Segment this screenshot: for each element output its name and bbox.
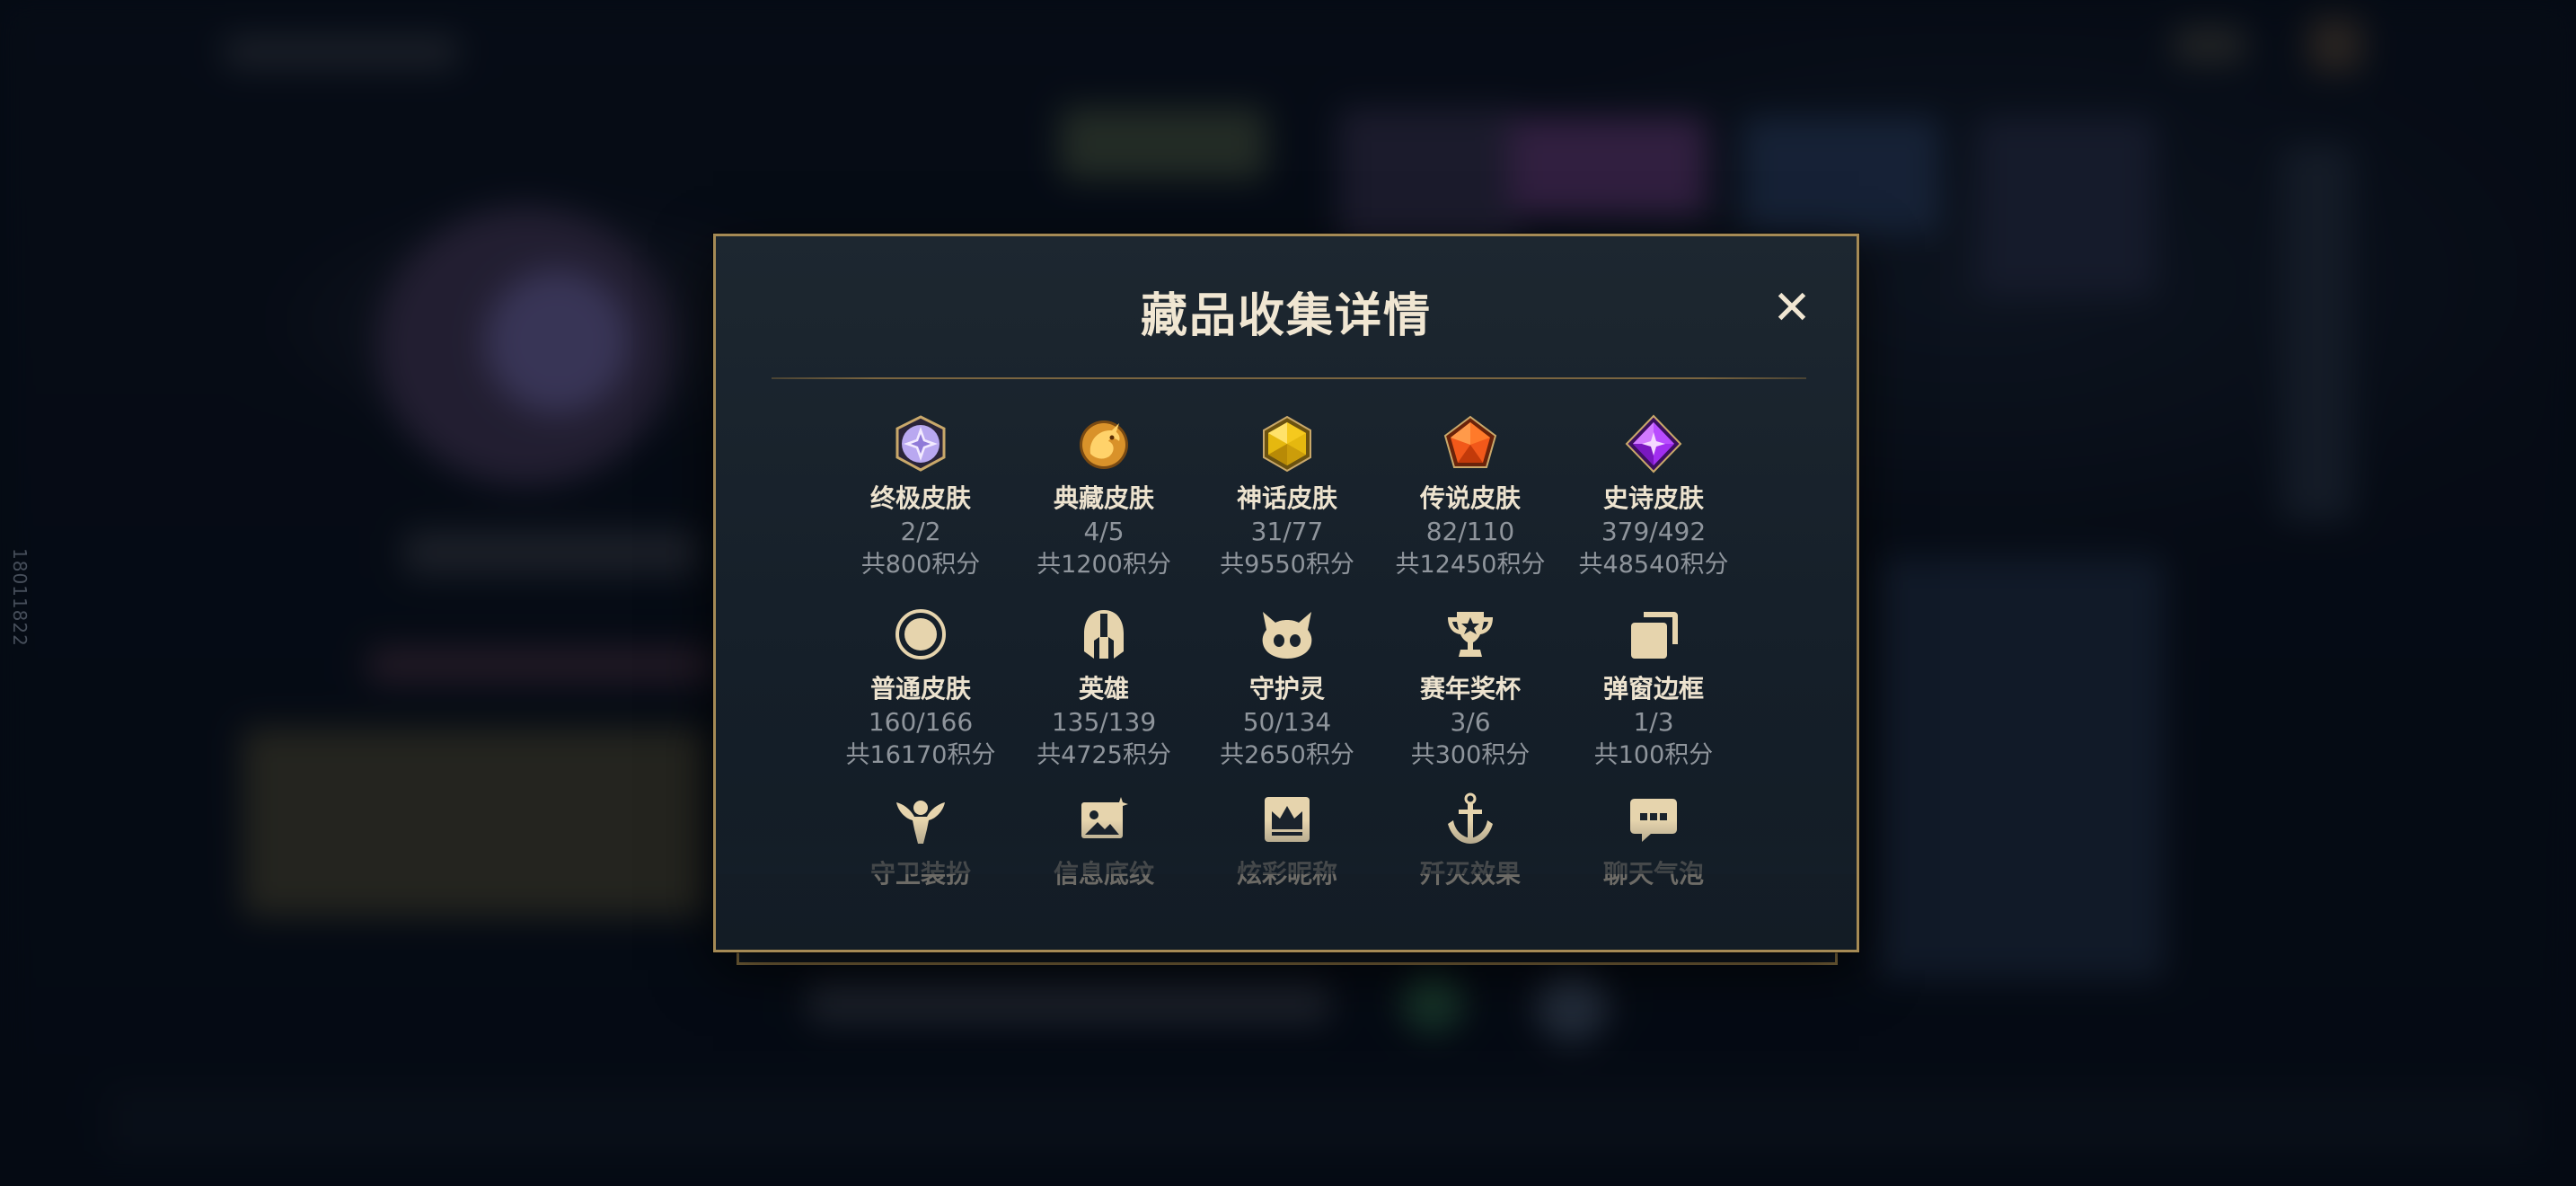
category-name: 守护灵 (1248, 674, 1325, 704)
category-prestige-skins[interactable]: 典藏皮肤 4/5 共1200积分 (1014, 414, 1194, 581)
category-popup-frames[interactable]: 弹窗边框 1/3 共100积分 (1564, 605, 1743, 772)
category-name: 终极皮肤 (869, 483, 971, 513)
category-epic-skins[interactable]: 史诗皮肤 379/492 共48540积分 (1564, 414, 1743, 581)
collection-details-modal: 藏品收集详情 ✕ 终极皮肤 2/2 共800积分 典藏皮肤 4/5 共1200积… (713, 234, 1859, 952)
trophy-icon (1448, 612, 1493, 657)
category-count: 3/6 (1450, 707, 1491, 737)
category-points: 共100积分 (1593, 741, 1714, 769)
category-ward-skins[interactable]: 守卫装扮 (831, 790, 1010, 890)
standard-skin-circle-icon (895, 609, 946, 659)
champion-helmet-icon (1084, 610, 1124, 659)
category-count: 1/3 (1633, 707, 1674, 737)
category-little-legends[interactable]: 守护灵 50/134 共2650积分 (1197, 605, 1377, 772)
category-info-banners[interactable]: 信息底纹 (1014, 790, 1194, 890)
frame-cards-icon (1631, 612, 1678, 659)
ward-skin-icon (896, 801, 945, 844)
category-name: 聊天气泡 (1602, 859, 1704, 889)
screen: 18011822 藏品收集详情 ✕ 终极皮肤 2/2 共800积分 典藏皮肤 4… (0, 0, 2576, 1186)
category-points: 共300积分 (1410, 741, 1531, 769)
category-name: 弹窗边框 (1602, 674, 1704, 704)
category-name: 守卫装扮 (869, 859, 971, 889)
category-points: 共4725积分 (1037, 741, 1171, 769)
category-name: 史诗皮肤 (1602, 483, 1704, 513)
category-name: 典藏皮肤 (1053, 483, 1154, 513)
category-mythic-skins[interactable]: 神话皮肤 31/77 共9550积分 (1197, 414, 1377, 581)
banner-image-icon (1081, 797, 1128, 838)
category-name: 炫彩昵称 (1236, 859, 1337, 889)
close-button[interactable]: ✕ (1763, 279, 1821, 337)
category-count: 2/2 (900, 517, 941, 546)
category-colorful-nicknames[interactable]: 炫彩昵称 (1197, 790, 1377, 890)
mythic-gem-icon (1263, 415, 1311, 473)
title-divider (772, 377, 1806, 379)
category-name: 歼灭效果 (1419, 859, 1521, 889)
category-season-trophies[interactable]: 赛年奖杯 3/6 共300积分 (1381, 605, 1560, 772)
category-name: 传说皮肤 (1419, 483, 1521, 513)
category-points: 共9550积分 (1220, 551, 1354, 579)
category-finisher-effects[interactable]: 歼灭效果 (1381, 790, 1560, 890)
legendary-gem-icon (1443, 415, 1497, 468)
category-points: 共800积分 (860, 551, 981, 579)
category-points: 共1200积分 (1037, 551, 1171, 579)
anchor-finisher-icon (1448, 792, 1493, 844)
ultimate-skin-gem-icon (895, 415, 946, 472)
category-points: 共48540积分 (1578, 551, 1729, 579)
close-icon: ✕ (1772, 281, 1812, 335)
category-standard-skins[interactable]: 普通皮肤 160/166 共16170积分 (831, 605, 1010, 772)
chat-bubble-icon (1630, 799, 1677, 842)
side-id-text: 18011822 (9, 548, 31, 647)
category-count: 160/166 (868, 707, 974, 737)
category-name: 信息底纹 (1053, 859, 1154, 889)
category-count: 82/110 (1425, 517, 1515, 546)
prestige-dragon-icon (1080, 420, 1128, 469)
category-count: 4/5 (1083, 517, 1125, 546)
category-points: 共2650积分 (1220, 741, 1354, 769)
category-chat-bubbles[interactable]: 聊天气泡 (1564, 790, 1743, 890)
modal-title: 藏品收集详情 (1140, 289, 1432, 343)
category-name: 英雄 (1078, 674, 1129, 704)
category-name: 普通皮肤 (869, 674, 971, 704)
category-ultimate-skins[interactable]: 终极皮肤 2/2 共800积分 (831, 414, 1010, 581)
little-legend-pet-icon (1262, 612, 1312, 659)
modal-footer-trim (737, 952, 1838, 965)
category-name: 赛年奖杯 (1419, 674, 1521, 704)
category-count: 379/492 (1601, 517, 1707, 546)
category-legendary-skins[interactable]: 传说皮肤 82/110 共12450积分 (1381, 414, 1560, 581)
category-points: 共16170积分 (845, 741, 996, 769)
category-count: 135/139 (1051, 707, 1157, 737)
category-count: 50/134 (1242, 707, 1332, 737)
category-points: 共12450积分 (1395, 551, 1546, 579)
category-count: 31/77 (1250, 517, 1324, 546)
category-name: 神话皮肤 (1236, 483, 1337, 513)
epic-gem-icon (1625, 414, 1682, 474)
category-champions[interactable]: 英雄 135/139 共4725积分 (1014, 605, 1194, 772)
crown-nameplate-icon (1265, 797, 1310, 842)
